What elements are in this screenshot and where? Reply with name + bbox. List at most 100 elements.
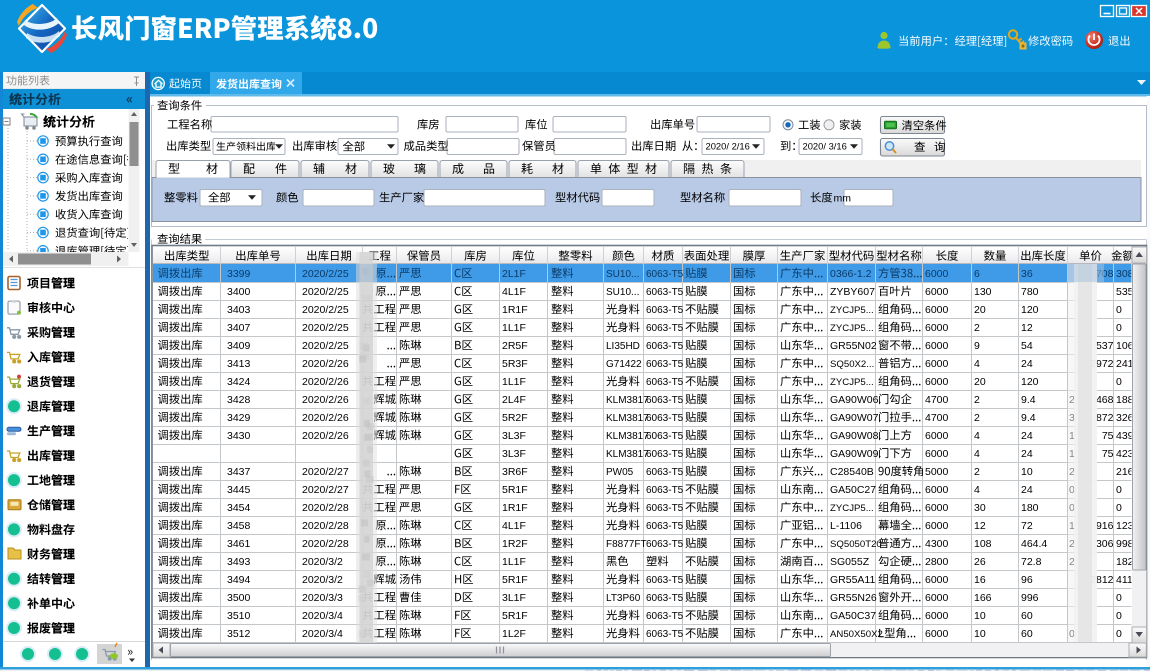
- svg-text:6063-T5: 6063-T5: [646, 467, 684, 478]
- svg-text:F8877FT: F8877FT: [606, 539, 647, 550]
- svg-text:106: 106: [1116, 340, 1134, 352]
- svg-text:LT3P60: LT3P60: [606, 593, 641, 604]
- svg-text:6063-T5: 6063-T5: [646, 305, 684, 316]
- svg-text:ZYCJP5...: ZYCJP5...: [830, 503, 874, 514]
- svg-text:KLM3817: KLM3817: [606, 413, 649, 424]
- svg-text:3445: 3445: [227, 484, 251, 496]
- svg-text:36: 36: [1021, 268, 1033, 280]
- svg-text:GA90W06.: GA90W06.: [830, 394, 881, 406]
- svg-text:10: 10: [974, 610, 986, 622]
- svg-text:60: 60: [1021, 628, 1033, 640]
- svg-text:6063-T5: 6063-T5: [646, 323, 684, 334]
- svg-text:6063-T5: 6063-T5: [646, 377, 684, 388]
- svg-text:20: 20: [974, 304, 986, 316]
- svg-text:24: 24: [1021, 358, 1033, 370]
- svg-text:3500: 3500: [227, 592, 251, 604]
- svg-text:2R5F: 2R5F: [502, 340, 528, 352]
- svg-text:G71422: G71422: [606, 359, 642, 370]
- svg-text:GA90W08.: GA90W08.: [830, 430, 881, 442]
- svg-text:6: 6: [974, 268, 980, 280]
- svg-text:872: 872: [1096, 412, 1114, 424]
- svg-text:SQ5050T20: SQ5050T20: [830, 539, 882, 550]
- svg-text:20: 20: [974, 376, 986, 388]
- svg-text:6063-T5: 6063-T5: [646, 449, 684, 460]
- svg-text:6063-T5: 6063-T5: [646, 575, 684, 586]
- svg-text:3R6F: 3R6F: [502, 466, 528, 478]
- svg-text:9.4: 9.4: [1021, 412, 1036, 424]
- svg-text:3494: 3494: [227, 574, 251, 586]
- svg-text:2020/2/28: 2020/2/28: [302, 538, 349, 550]
- svg-text:0: 0: [1116, 304, 1122, 316]
- svg-text:6000: 6000: [925, 340, 949, 352]
- svg-text:2020/2/25: 2020/2/25: [302, 322, 349, 334]
- svg-text:LI35HD: LI35HD: [606, 341, 640, 352]
- svg-text:1R2F: 1R2F: [502, 538, 528, 550]
- svg-text:3413: 3413: [227, 358, 251, 370]
- svg-text:3L1F: 3L1F: [502, 592, 526, 604]
- svg-text:3428: 3428: [227, 394, 251, 406]
- svg-text:6000: 6000: [925, 358, 949, 370]
- svg-text:3400: 3400: [227, 286, 251, 298]
- svg-text:2020/2/28: 2020/2/28: [302, 502, 349, 514]
- svg-text:1L1F: 1L1F: [502, 556, 526, 568]
- svg-text:ZYCJP5...: ZYCJP5...: [830, 377, 874, 388]
- svg-text:3437: 3437: [227, 466, 251, 478]
- svg-text:6063-T5: 6063-T5: [646, 413, 684, 424]
- svg-text:3403: 3403: [227, 304, 251, 316]
- svg-text:0: 0: [1116, 376, 1122, 388]
- svg-text:6000: 6000: [925, 268, 949, 280]
- svg-text:SQ50X2...: SQ50X2...: [830, 359, 874, 370]
- svg-text:6000: 6000: [925, 286, 949, 298]
- svg-text:3461: 3461: [227, 538, 251, 550]
- svg-text:2020/2/26: 2020/2/26: [302, 412, 349, 424]
- svg-text:72: 72: [1021, 520, 1033, 532]
- svg-text:3407: 3407: [227, 322, 251, 334]
- svg-text:6000: 6000: [925, 520, 949, 532]
- svg-text:ZYCJP5...: ZYCJP5...: [830, 323, 874, 334]
- svg-text:L-1106: L-1106: [830, 520, 862, 532]
- svg-text:GA50C37: GA50C37: [830, 610, 876, 622]
- svg-text:3430: 3430: [227, 430, 251, 442]
- svg-text:ZYCJP5...: ZYCJP5...: [830, 305, 874, 316]
- svg-text:6000: 6000: [925, 610, 949, 622]
- svg-text:996: 996: [1021, 592, 1039, 604]
- svg-text:0: 0: [1116, 484, 1122, 496]
- svg-text:6000: 6000: [925, 322, 949, 334]
- svg-text:6063-T5: 6063-T5: [646, 359, 684, 370]
- svg-text:180: 180: [1021, 502, 1039, 514]
- svg-text:2020/2/26: 2020/2/26: [302, 376, 349, 388]
- svg-text:2: 2: [974, 322, 980, 334]
- svg-text:4: 4: [974, 484, 980, 496]
- svg-text:2: 2: [974, 466, 980, 478]
- svg-text:916: 916: [1096, 520, 1114, 532]
- svg-text:12: 12: [1021, 322, 1033, 334]
- svg-text:9.4: 9.4: [1021, 394, 1036, 406]
- svg-text:6063-T5: 6063-T5: [646, 395, 684, 406]
- svg-text:6063-T5: 6063-T5: [646, 629, 684, 640]
- svg-text:130: 130: [974, 286, 992, 298]
- svg-text:6063-T5: 6063-T5: [646, 485, 684, 496]
- svg-text:468: 468: [1096, 394, 1114, 406]
- svg-text:6063-T5: 6063-T5: [646, 539, 684, 550]
- svg-text:9: 9: [974, 340, 980, 352]
- svg-text:5R1F: 5R1F: [502, 574, 528, 586]
- svg-text:3510: 3510: [227, 610, 251, 622]
- svg-text:2L1F: 2L1F: [502, 268, 526, 280]
- svg-text:6063-T5: 6063-T5: [646, 593, 684, 604]
- svg-text:2020/2/26: 2020/2/26: [302, 394, 349, 406]
- svg-text:216: 216: [1116, 466, 1134, 478]
- svg-text:0366-1.2: 0366-1.2: [830, 268, 872, 280]
- svg-text:411: 411: [1116, 574, 1133, 586]
- svg-text:0: 0: [1116, 322, 1122, 334]
- svg-text:2L4F: 2L4F: [502, 394, 526, 406]
- svg-text:10: 10: [974, 628, 986, 640]
- svg-text:SG055Z: SG055Z: [830, 556, 870, 568]
- svg-text:2020/2/26: 2020/2/26: [302, 358, 349, 370]
- svg-text:GA90W07.: GA90W07.: [830, 412, 881, 424]
- svg-text:464.4: 464.4: [1021, 538, 1047, 550]
- svg-text:0: 0: [1116, 610, 1122, 622]
- svg-text:182: 182: [1116, 556, 1134, 568]
- svg-text:166: 166: [974, 592, 992, 604]
- svg-text:4L1F: 4L1F: [502, 520, 526, 532]
- svg-text:6063-T5: 6063-T5: [646, 269, 684, 280]
